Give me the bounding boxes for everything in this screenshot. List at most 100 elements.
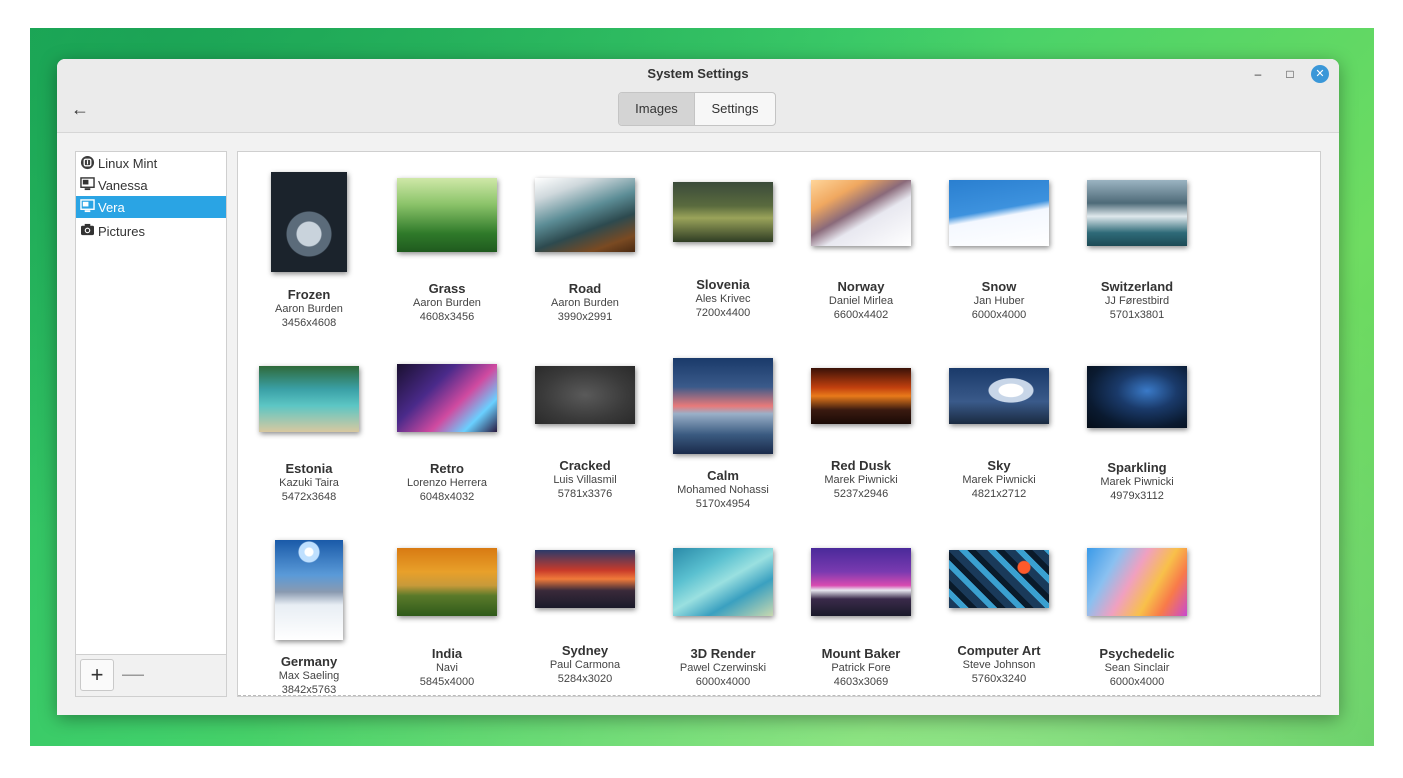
wallpaper-name: Calm	[707, 468, 739, 483]
wallpaper-author: Steve Johnson	[962, 659, 1036, 671]
wallpaper-author: Marek Piwnicki	[962, 474, 1036, 486]
wallpaper-name: Sparkling	[1107, 460, 1167, 475]
wallpaper-thumbnail	[673, 182, 773, 242]
sidebar-item-vanessa[interactable]: Vanessa	[76, 174, 226, 196]
wallpaper-author: Aaron Burden	[551, 297, 619, 309]
wallpaper-resolution: 4821x2712	[971, 488, 1027, 500]
maximize-button[interactable]: □	[1281, 65, 1299, 83]
minimize-button[interactable]: –	[1249, 65, 1267, 83]
wallpaper-thumbnail	[949, 368, 1049, 424]
wallpaper-caption: Computer Art Steve Johnson 5760x3240	[930, 644, 1068, 686]
wallpaper-name: Road	[568, 281, 602, 296]
wallpaper-author: Daniel Mirlea	[828, 295, 894, 307]
wallpaper-resolution: 6000x4000	[695, 676, 751, 688]
sidebar-toolbar: + —	[76, 654, 226, 696]
wallpaper-caption: Calm Mohamed Nohassi 5170x4954	[654, 469, 792, 511]
wallpaper-resolution: 5284x3020	[557, 673, 613, 685]
wallpaper-author: Aaron Burden	[275, 303, 343, 315]
wallpaper-name: Norway	[837, 279, 885, 294]
back-button[interactable]: ←	[69, 99, 91, 121]
sidebar-item-label: Linux Mint	[98, 155, 158, 171]
wallpaper-caption: India Navi 5845x4000	[378, 647, 516, 689]
sidebar-item-linux-mint[interactable]: Linux Mint	[76, 152, 226, 174]
wallpaper-author: Lorenzo Herrera	[406, 477, 488, 489]
wallpaper-thumbnail	[397, 364, 497, 432]
wallpaper-thumbnail	[1087, 366, 1187, 428]
wallpaper-resolution: 5845x4000	[419, 676, 475, 688]
wallpaper-author: Kazuki Taira	[279, 477, 339, 489]
wallpaper-caption: Sydney Paul Carmona 5284x3020	[516, 644, 654, 686]
monitor-icon	[79, 177, 95, 193]
wallpaper-resolution: 5781x3376	[557, 488, 613, 500]
wallpaper-thumbnail	[535, 550, 635, 608]
sidebar-item-vera[interactable]: Vera	[76, 196, 226, 218]
wallpaper-name: Snow	[981, 279, 1017, 294]
wallpaper-resolution: 5237x2946	[833, 488, 889, 500]
system-settings-window: System Settings ← – □ ✕ Images Settings …	[57, 59, 1339, 715]
wallpaper-author: Luis Villasmil	[553, 474, 617, 486]
wallpaper-thumbnail	[259, 366, 359, 432]
wallpaper-caption: Mount Baker Patrick Fore 4603x3069	[792, 647, 930, 689]
wallpaper-name: 3D Render	[690, 646, 756, 661]
wallpaper-name: Computer Art	[957, 643, 1041, 658]
wallpaper-name: Psychedelic	[1099, 646, 1175, 661]
wallpaper-resolution: 6000x4000	[1109, 676, 1165, 688]
wallpaper-resolution: 6000x4000	[971, 309, 1027, 321]
wallpaper-name: Sky	[987, 458, 1011, 473]
wallpaper-thumbnail	[271, 172, 347, 272]
wallpaper-author: Pawel Czerwinski	[679, 662, 767, 674]
wallpaper-author: Navi	[435, 662, 458, 674]
add-folder-button[interactable]: +	[80, 659, 114, 691]
wallpaper-resolution: 6048x4032	[419, 491, 475, 503]
wallpaper-author: JJ Førestbird	[1104, 295, 1170, 307]
wallpaper-caption: Sparkling Marek Piwnicki 4979x3112	[1068, 461, 1206, 503]
wallpaper-thumbnail	[535, 366, 635, 424]
close-button[interactable]: ✕	[1311, 65, 1329, 83]
camera-icon	[79, 223, 95, 239]
wallpaper-author: Ales Krivec	[695, 293, 751, 305]
sidebar-item-pictures[interactable]: Pictures	[76, 220, 226, 242]
wallpaper-thumbnail	[275, 540, 343, 640]
wallpaper-author: Marek Piwnicki	[1100, 476, 1174, 488]
tab-images[interactable]: Images	[619, 93, 695, 125]
wallpaper-author: Max Saeling	[278, 670, 340, 682]
wallpaper-caption: Psychedelic Sean Sinclair 6000x4000	[1068, 647, 1206, 689]
wallpaper-resolution: 5701x3801	[1109, 309, 1165, 321]
sidebar: Linux Mint Vanessa Vera Pictures + —	[75, 151, 227, 697]
wallpaper-caption: Red Dusk Marek Piwnicki 5237x2946	[792, 459, 930, 501]
arrow-left-icon: ←	[71, 99, 89, 119]
wallpaper-thumbnail	[535, 178, 635, 252]
wallpaper-thumbnail	[811, 180, 911, 246]
wallpaper-name: Cracked	[559, 458, 611, 473]
wallpaper-thumbnail	[1087, 548, 1187, 616]
wallpaper-thumbnail	[397, 178, 497, 252]
wallpaper-resolution: 6600x4402	[833, 309, 889, 321]
tab-settings[interactable]: Settings	[695, 93, 775, 125]
wallpaper-author: Aaron Burden	[413, 297, 481, 309]
titlebar: System Settings ← – □ ✕ Images Settings	[57, 59, 1339, 133]
wallpaper-name: Sydney	[561, 643, 609, 658]
window-title: System Settings	[647, 66, 749, 81]
sidebar-item-label: Vera	[98, 199, 125, 215]
wallpaper-resolution: 4979x3112	[1110, 490, 1164, 502]
wallpaper-caption: 3D Render Pawel Czerwinski 6000x4000	[654, 647, 792, 689]
wallpaper-name: Red Dusk	[831, 458, 891, 473]
wallpaper-resolution: 3990x2991	[557, 311, 613, 323]
wallpaper-name: Frozen	[287, 287, 331, 302]
wallpaper-thumbnail	[949, 180, 1049, 246]
wallpaper-thumbnail	[673, 548, 773, 616]
wallpaper-author: Sean Sinclair	[1104, 662, 1170, 674]
wallpaper-resolution: 5170x4954	[695, 498, 751, 510]
remove-folder-button[interactable]: —	[116, 659, 150, 691]
wallpaper-author: Mohamed Nohassi	[677, 484, 769, 496]
wallpaper-caption: Cracked Luis Villasmil 5781x3376	[516, 459, 654, 501]
wallpaper-name: India	[431, 646, 463, 661]
wallpaper-resolution: 5472x3648	[281, 491, 337, 503]
wallpaper-caption: Germany Max Saeling 3842x5763	[240, 655, 378, 697]
wallpaper-caption: Sky Marek Piwnicki 4821x2712	[930, 459, 1068, 501]
wallpaper-author: Paul Carmona	[549, 659, 621, 671]
wallpaper-author: Marek Piwnicki	[824, 474, 898, 486]
wallpaper-caption: Road Aaron Burden 3990x2991	[516, 282, 654, 324]
wallpaper-resolution: 7200x4400	[695, 307, 751, 319]
wallpaper-author: Patrick Fore	[831, 662, 891, 674]
